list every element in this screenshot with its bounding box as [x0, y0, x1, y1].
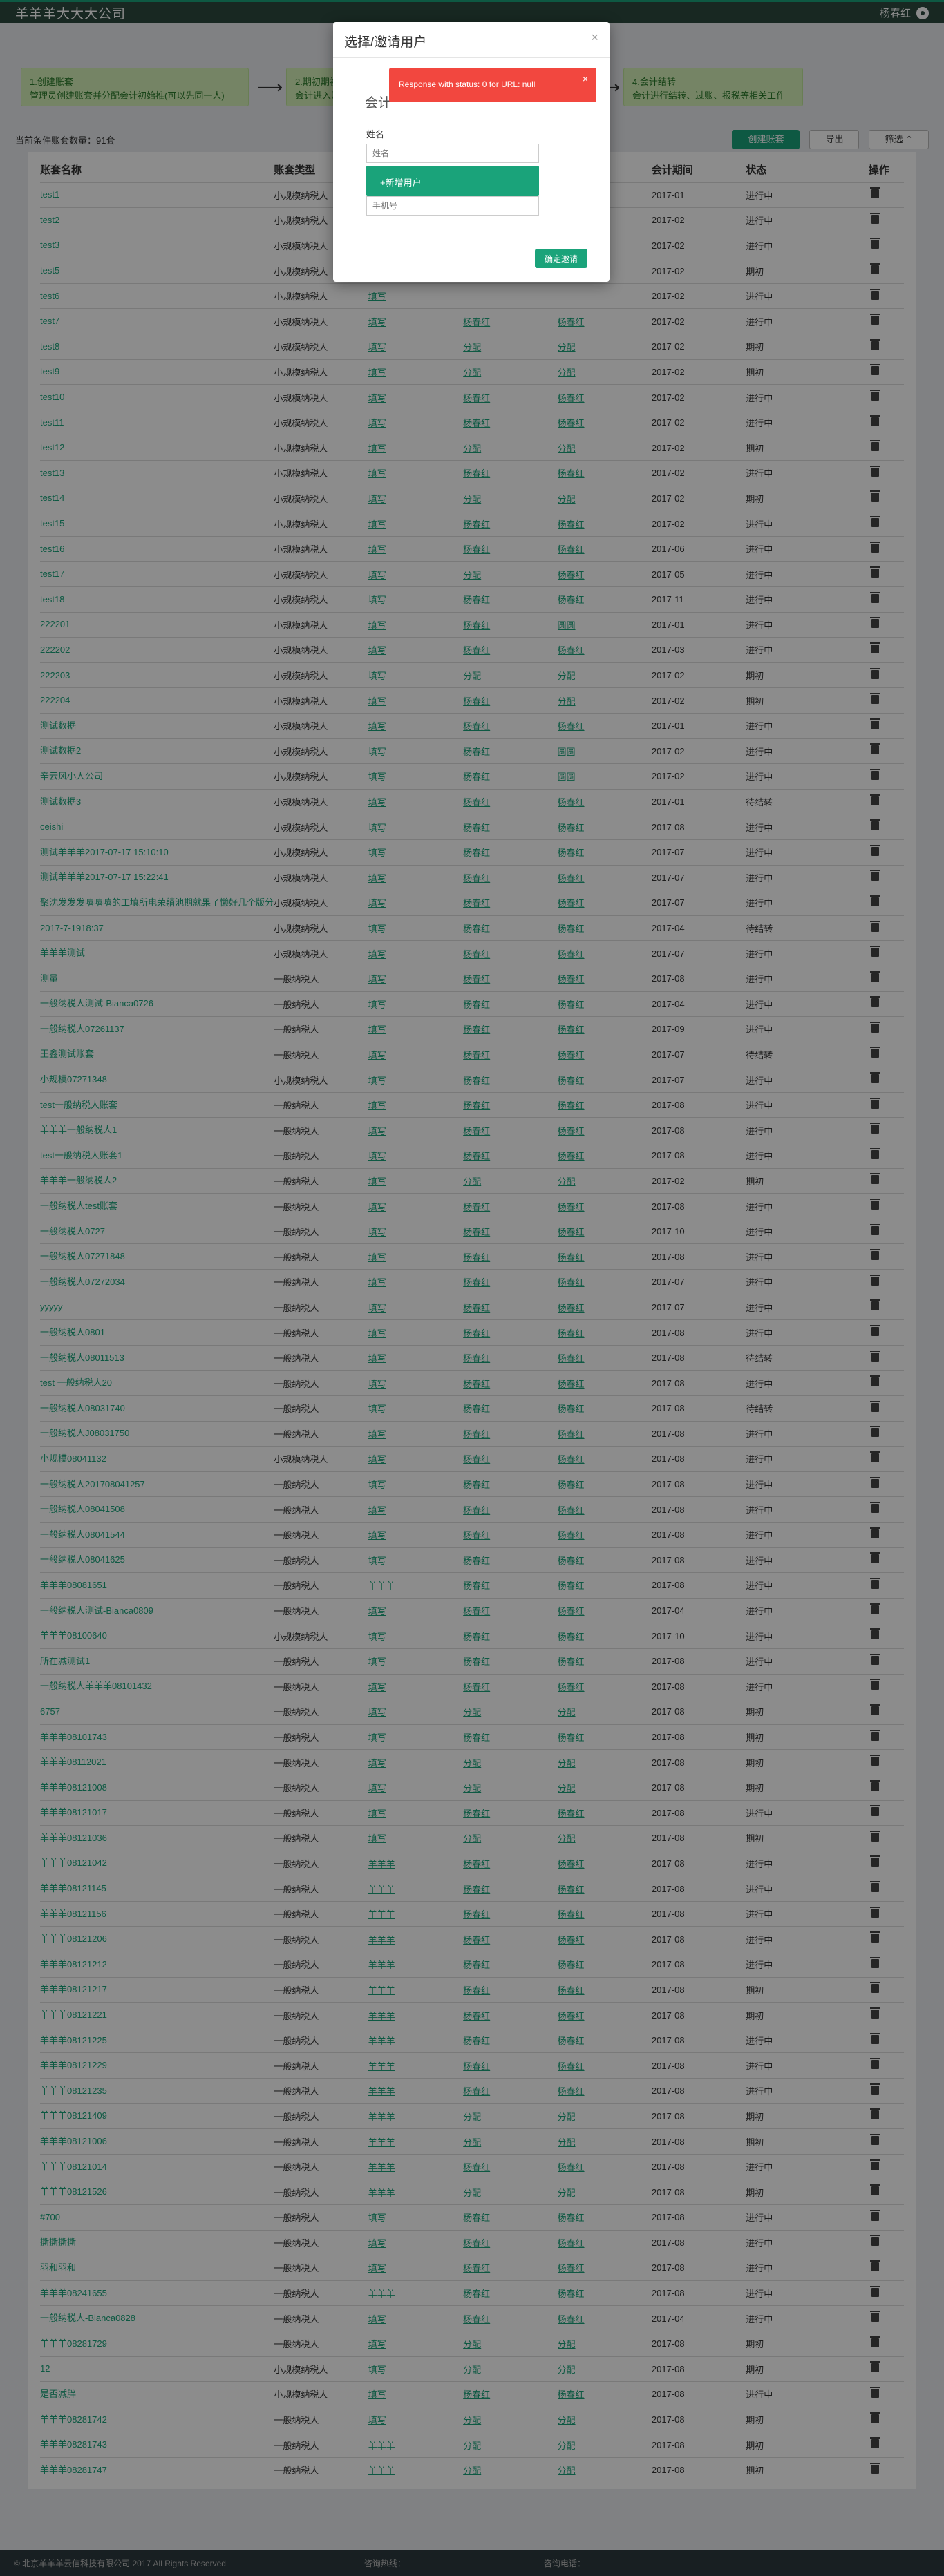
- invite-user-modal: 选择/邀请用户 × 会计 姓名 +新增用户 确定邀请: [333, 22, 610, 282]
- close-icon[interactable]: ×: [591, 30, 598, 45]
- add-new-user-option[interactable]: +新增用户: [366, 166, 539, 196]
- modal-title: 选择/邀请用户: [333, 22, 610, 58]
- confirm-invite-button[interactable]: 确定邀请: [534, 249, 587, 268]
- modal-section-title: 会计: [365, 96, 392, 111]
- phone-input[interactable]: [366, 196, 539, 216]
- modal-backdrop[interactable]: [0, 0, 944, 2576]
- error-toast: Response with status: 0 for URL: null ×: [389, 68, 596, 102]
- name-label: 姓名: [366, 129, 385, 140]
- close-icon[interactable]: ×: [583, 73, 588, 84]
- name-input[interactable]: [366, 144, 539, 163]
- toast-message: Response with status: 0 for URL: null: [399, 79, 536, 89]
